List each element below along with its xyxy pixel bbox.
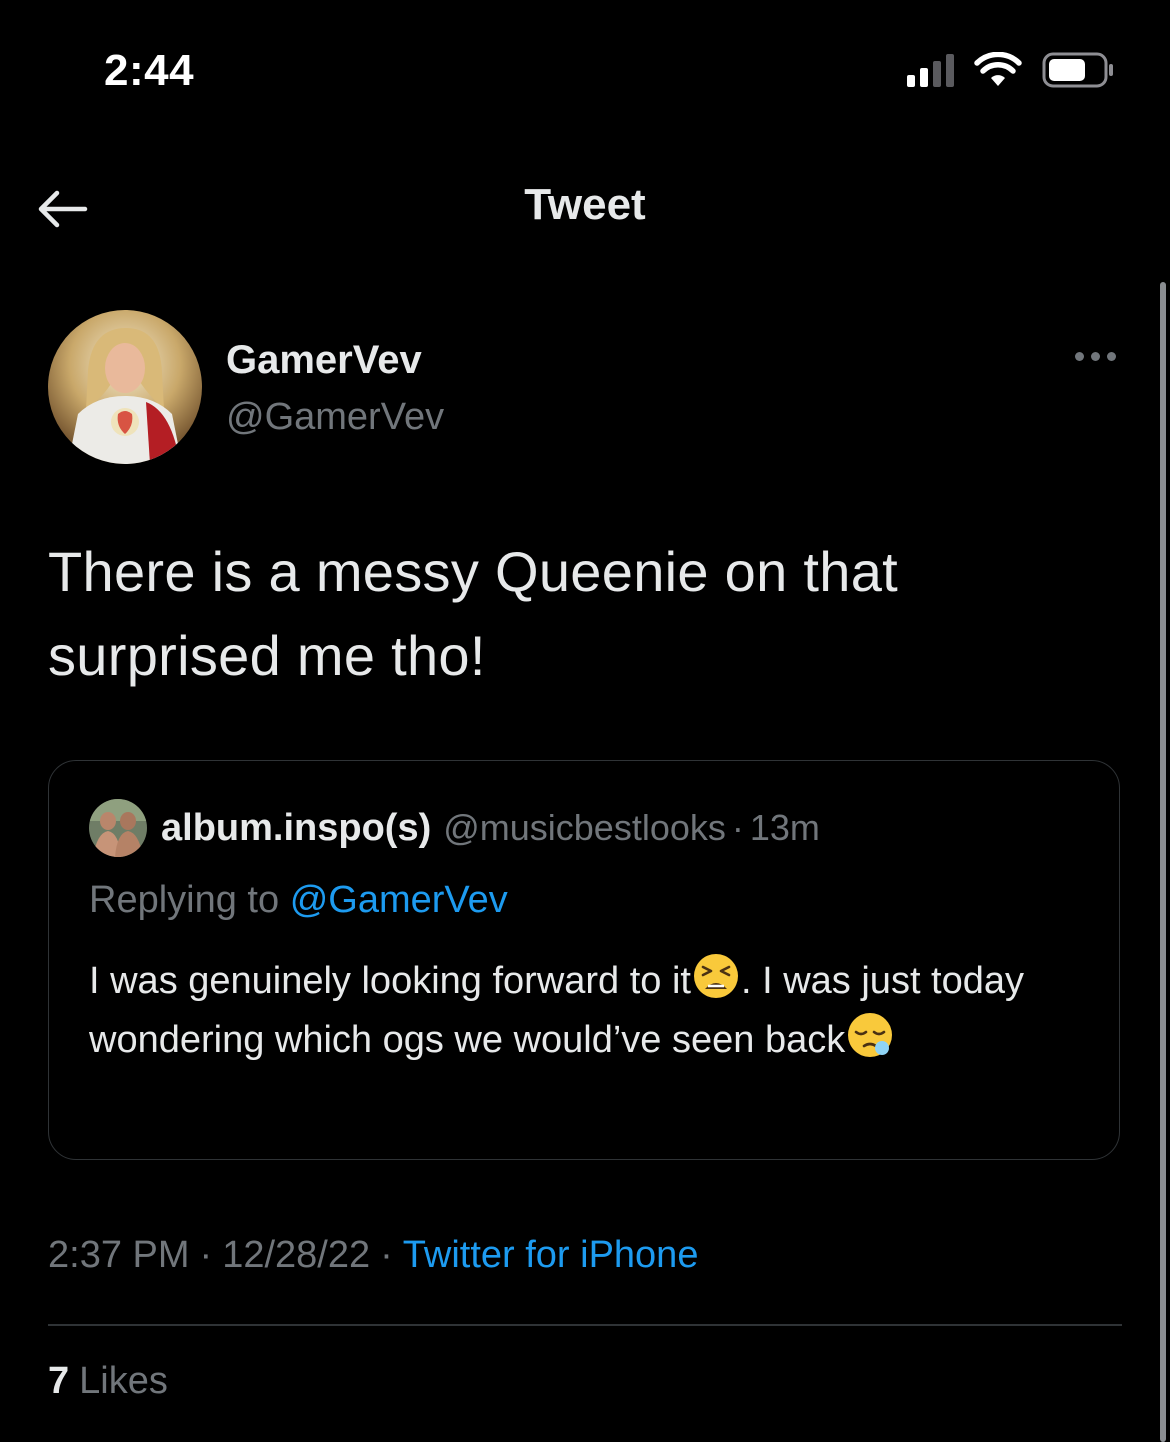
wifi-icon bbox=[974, 52, 1022, 86]
likes-count: 7 bbox=[48, 1360, 70, 1402]
quoted-tweet-card[interactable]: album.inspo(s) @musicbestlooks · 13m Rep… bbox=[48, 760, 1120, 1160]
tweet-date: 12/28/22 bbox=[222, 1234, 371, 1276]
quoted-text-part1: I was genuinely looking forward to it bbox=[89, 960, 691, 1002]
author-name[interactable]: GamerVev bbox=[226, 338, 422, 383]
scrollbar[interactable] bbox=[1160, 282, 1166, 1442]
more-horizontal-icon bbox=[1075, 352, 1084, 361]
tweet-author: GamerVev @GamerVev bbox=[48, 310, 1128, 466]
cellular-signal-icon bbox=[907, 53, 954, 87]
status-time: 2:44 bbox=[104, 46, 195, 95]
more-horizontal-icon bbox=[1107, 352, 1116, 361]
nav-bar: Tweet bbox=[0, 150, 1170, 270]
likes-label: Likes bbox=[79, 1360, 168, 1402]
quoted-tweet-header: album.inspo(s) @musicbestlooks · 13m bbox=[89, 799, 820, 857]
status-bar: 2:44 bbox=[0, 0, 1170, 150]
quoted-author-handle: @musicbestlooks bbox=[443, 807, 726, 848]
author-handle[interactable]: @GamerVev bbox=[226, 396, 444, 439]
tweet-time: 2:37 PM bbox=[48, 1234, 190, 1276]
tweet-metadata: 2:37 PM · 12/28/22 · Twitter for iPhone bbox=[48, 1234, 698, 1277]
tweet-source-link[interactable]: Twitter for iPhone bbox=[403, 1234, 699, 1276]
tweet-text: There is a messy Queenie on that surpris… bbox=[48, 540, 899, 687]
tired-face-emoji-icon bbox=[694, 954, 738, 998]
replying-to-label: Replying to bbox=[89, 879, 280, 921]
separator-dot: · bbox=[380, 1234, 393, 1276]
avatar[interactable] bbox=[48, 310, 202, 464]
more-options-button[interactable] bbox=[1071, 344, 1120, 369]
divider bbox=[48, 1324, 1122, 1326]
likes-link[interactable]: 7 Likes bbox=[48, 1360, 168, 1403]
page-title: Tweet bbox=[524, 180, 646, 229]
avatar-image bbox=[89, 799, 147, 857]
sleepy-face-emoji-icon bbox=[848, 1013, 893, 1057]
more-horizontal-icon bbox=[1091, 352, 1100, 361]
battery-icon bbox=[1042, 52, 1113, 88]
status-icons bbox=[907, 52, 1114, 88]
quoted-author-name: album.inspo(s) bbox=[161, 806, 432, 849]
replying-to-line: Replying to @GamerVev bbox=[89, 879, 508, 922]
replying-to-mention[interactable]: @GamerVev bbox=[290, 879, 508, 921]
quoted-tweet-time: 13m bbox=[749, 807, 820, 848]
avatar-image bbox=[48, 310, 202, 464]
avatar[interactable] bbox=[89, 799, 147, 857]
quoted-tweet-text: I was genuinely looking forward to it . … bbox=[89, 951, 1099, 1069]
separator-dot: · bbox=[731, 807, 744, 848]
separator-dot: · bbox=[199, 1234, 213, 1276]
